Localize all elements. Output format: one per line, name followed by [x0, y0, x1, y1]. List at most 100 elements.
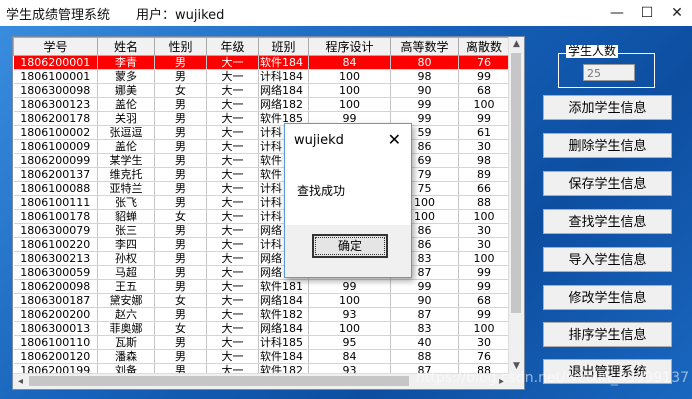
column-header[interactable]: 学号: [13, 37, 98, 56]
table-cell[interactable]: 68: [458, 83, 510, 98]
table-cell[interactable]: 张飞: [97, 195, 155, 210]
table-cell[interactable]: 软件182: [258, 307, 309, 322]
table-cell[interactable]: 软件184: [258, 55, 309, 70]
table-row[interactable]: 1806100111 张飞男大一 计科 100 88: [13, 195, 510, 210]
table-cell[interactable]: 大一: [206, 279, 259, 294]
table-cell[interactable]: 88: [390, 349, 459, 364]
table-cell[interactable]: 某学生: [97, 153, 155, 168]
table-cell[interactable]: 1806200200: [13, 307, 98, 322]
table-cell[interactable]: 大一: [206, 125, 259, 140]
table-cell[interactable]: 98: [458, 153, 510, 168]
save-student-button[interactable]: 保存学生信息: [543, 171, 672, 196]
table-cell[interactable]: 王五: [97, 279, 155, 294]
dialog-ok-button[interactable]: 确定: [312, 234, 388, 258]
table-cell[interactable]: 1806100111: [13, 195, 98, 210]
import-student-button[interactable]: 导入学生信息: [543, 247, 672, 272]
table-cell[interactable]: 大一: [206, 321, 259, 336]
table-cell[interactable]: 大一: [206, 111, 259, 126]
table-cell[interactable]: 99: [458, 265, 510, 280]
table-cell[interactable]: 赵六: [97, 307, 155, 322]
table-cell[interactable]: 100: [308, 83, 391, 98]
table-cell[interactable]: 计科184: [258, 69, 309, 84]
table-row[interactable]: 1806100110 瓦斯男大一 计科185 95 40 30: [13, 335, 510, 350]
table-cell[interactable]: 30: [458, 237, 510, 252]
table-cell[interactable]: 1806300098: [13, 83, 98, 98]
table-row[interactable]: 1806100220 李四男大一 计科 86 30: [13, 237, 510, 252]
table-cell[interactable]: 80: [390, 55, 459, 70]
table-cell[interactable]: 99: [458, 279, 510, 294]
table-cell[interactable]: 1806300123: [13, 97, 98, 112]
table-cell[interactable]: 99: [458, 307, 510, 322]
table-cell[interactable]: 网络184: [258, 83, 309, 98]
table-cell[interactable]: 软件181: [258, 279, 309, 294]
table-cell[interactable]: 84: [308, 349, 391, 364]
table-cell[interactable]: 1806100178: [13, 209, 98, 224]
column-header[interactable]: 程序设计: [308, 37, 391, 56]
table-cell[interactable]: 男: [154, 125, 207, 140]
column-header[interactable]: 姓名: [97, 37, 155, 56]
table-cell[interactable]: 亚特兰: [97, 181, 155, 196]
table-cell[interactable]: 张逗逗: [97, 125, 155, 140]
table-cell[interactable]: 男: [154, 349, 207, 364]
table-cell[interactable]: 男: [154, 223, 207, 238]
table-cell[interactable]: 100: [458, 209, 510, 224]
table-cell[interactable]: 68: [458, 293, 510, 308]
table-cell[interactable]: 76: [458, 55, 510, 70]
chevron-left-icon[interactable]: ◂: [13, 374, 28, 389]
table-cell[interactable]: 99: [390, 97, 459, 112]
column-header[interactable]: 离散数: [458, 37, 510, 56]
table-cell[interactable]: 1806200178: [13, 111, 98, 126]
table-row[interactable]: 1806300098 娜美女大一 网络184 100 90 68: [13, 83, 510, 98]
table-cell[interactable]: 男: [154, 335, 207, 350]
table-cell[interactable]: 100: [458, 321, 510, 336]
table-cell[interactable]: 大一: [206, 307, 259, 322]
table-cell[interactable]: 女: [154, 83, 207, 98]
sort-student-button[interactable]: 排序学生信息: [543, 322, 672, 347]
table-cell[interactable]: 83: [390, 321, 459, 336]
table-row[interactable]: 1806100088 亚特兰男大一 计科 75 66: [13, 181, 510, 196]
table-cell[interactable]: 1806200099: [13, 153, 98, 168]
table-cell[interactable]: 61: [458, 125, 510, 140]
table-cell[interactable]: 男: [154, 111, 207, 126]
table-cell[interactable]: 40: [390, 335, 459, 350]
table-cell[interactable]: 张三: [97, 223, 155, 238]
table-cell[interactable]: 98: [390, 69, 459, 84]
table-cell[interactable]: 大一: [206, 55, 259, 70]
table-row[interactable]: 1806100002 张逗逗男大一 计科 59 61: [13, 125, 510, 140]
table-cell[interactable]: 男: [154, 195, 207, 210]
find-student-button[interactable]: 查找学生信息: [543, 209, 672, 234]
table-cell[interactable]: 90: [390, 293, 459, 308]
table-cell[interactable]: 30: [458, 335, 510, 350]
table-cell[interactable]: 93: [308, 307, 391, 322]
table-cell[interactable]: 66: [458, 181, 510, 196]
table-cell[interactable]: 大一: [206, 195, 259, 210]
table-row[interactable]: 1806100178 貂蝉女大一 计科 100 100: [13, 209, 510, 224]
table-cell[interactable]: 大一: [206, 69, 259, 84]
table-cell[interactable]: 1806100002: [13, 125, 98, 140]
table-cell[interactable]: 1806300013: [13, 321, 98, 336]
table-row[interactable]: 1806200001 李青男大一 软件184 84 80 76: [13, 55, 510, 70]
column-header[interactable]: 高等数学: [390, 37, 459, 56]
table-cell[interactable]: 30: [458, 139, 510, 154]
table-cell[interactable]: 99: [458, 111, 510, 126]
table-cell[interactable]: 男: [154, 279, 207, 294]
table-cell[interactable]: 89: [458, 167, 510, 182]
table-cell[interactable]: 李青: [97, 55, 155, 70]
modify-student-button[interactable]: 修改学生信息: [543, 285, 672, 310]
table-cell[interactable]: 大一: [206, 181, 259, 196]
table-cell[interactable]: 30: [458, 223, 510, 238]
table-row[interactable]: 1806200098 王五男大一 软件181 99 99 99: [13, 279, 510, 294]
table-cell[interactable]: 大一: [206, 97, 259, 112]
table-cell[interactable]: 女: [154, 293, 207, 308]
table-cell[interactable]: 男: [154, 237, 207, 252]
table-cell[interactable]: 1806100009: [13, 139, 98, 154]
table-cell[interactable]: 1806200001: [13, 55, 98, 70]
table-row[interactable]: 1806200200 赵六男大一 软件182 93 87 99: [13, 307, 510, 322]
table-cell[interactable]: 维克托: [97, 167, 155, 182]
table-cell[interactable]: 87: [390, 307, 459, 322]
table-cell[interactable]: 100: [308, 69, 391, 84]
table-cell[interactable]: 大一: [206, 237, 259, 252]
column-header[interactable]: 年级: [206, 37, 259, 56]
table-cell[interactable]: 女: [154, 321, 207, 336]
delete-student-button[interactable]: 删除学生信息: [543, 133, 672, 158]
